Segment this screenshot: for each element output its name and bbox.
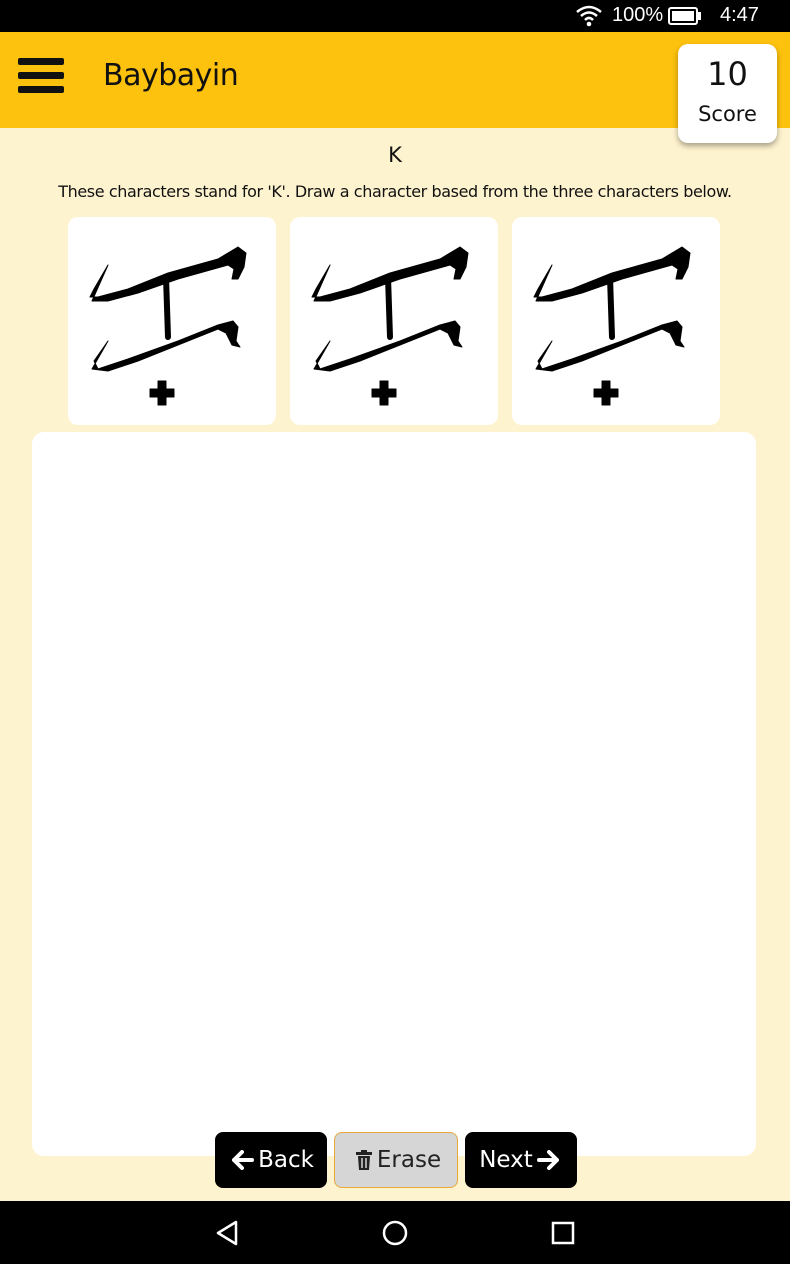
back-button-label: Back: [258, 1147, 314, 1173]
arrow-left-icon: [232, 1150, 255, 1170]
battery-icon: [668, 7, 701, 25]
score-card: 10 Score: [678, 44, 777, 143]
sample-character-card: [290, 217, 498, 425]
sample-character-card: [512, 217, 720, 425]
score-value: 10: [707, 55, 748, 93]
baybayin-ka-glyph: [89, 246, 247, 406]
home-circle-icon[interactable]: [380, 1218, 410, 1248]
system-nav-bar: [0, 1201, 790, 1264]
back-button[interactable]: Back: [215, 1132, 327, 1188]
app-title: Baybayin: [103, 58, 239, 93]
score-label: Score: [698, 102, 757, 126]
status-bar: 100% 4:47: [0, 0, 790, 32]
next-button-label: Next: [479, 1147, 533, 1173]
sample-character-card: [68, 217, 276, 425]
hamburger-menu-icon[interactable]: [18, 58, 64, 98]
instructions-text: These characters stand for 'K'. Draw a c…: [58, 182, 732, 201]
baybayin-ka-glyph: [533, 246, 691, 406]
wifi-icon: [576, 5, 602, 27]
next-button[interactable]: Next: [465, 1132, 577, 1188]
target-letter: K: [388, 143, 402, 167]
drawing-canvas[interactable]: [32, 432, 756, 1156]
back-triangle-icon[interactable]: [212, 1218, 242, 1248]
trash-icon: [355, 1150, 372, 1170]
arrow-right-icon: [536, 1150, 559, 1170]
app-bar: Baybayin: [0, 32, 790, 128]
clock: 4:47: [720, 4, 759, 26]
baybayin-ka-glyph: [311, 246, 469, 406]
recents-square-icon[interactable]: [548, 1218, 578, 1248]
battery-percent: 100%: [612, 4, 664, 26]
erase-button[interactable]: Erase: [334, 1132, 458, 1188]
erase-button-label: Erase: [376, 1147, 442, 1173]
